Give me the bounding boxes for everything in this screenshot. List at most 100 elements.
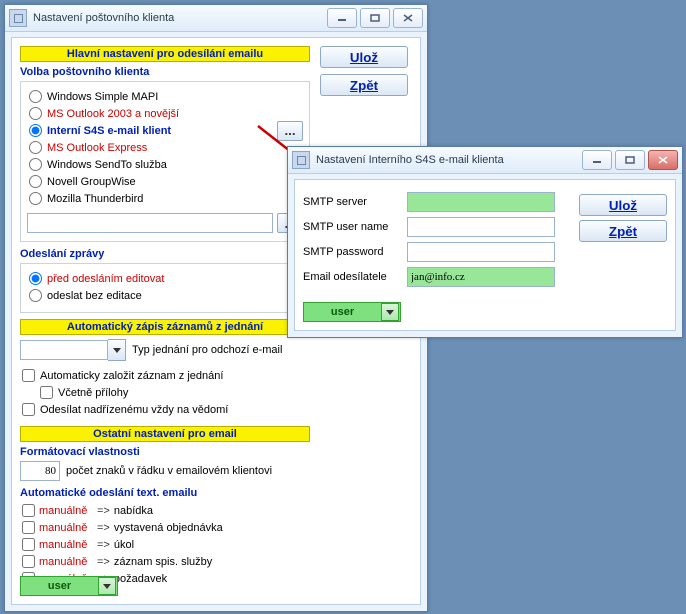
arrow-separator: => [97,505,110,517]
save-button[interactable]: Ulož [320,46,408,68]
smtp-server-input[interactable] [407,192,555,212]
client-radio-label: Novell GroupWise [47,176,136,188]
send-radio[interactable] [29,272,42,285]
send-radio-label: před odesláním editovat [47,273,164,285]
send-groupbox: před odesláním editovat odeslat bez edita… [20,263,310,313]
window-title: Nastavení Interního S4S e-mail klienta [316,154,582,166]
autosend-mode: manuálně [39,539,93,551]
section-label-format: Formátovací vlastnosti [20,446,310,458]
auto-check-row[interactable]: Automaticky založit záznam z jednání [20,367,310,384]
client-radio[interactable] [29,124,42,137]
autosend-checkbox[interactable] [22,538,35,551]
client-path-input[interactable] [27,213,273,233]
window-title: Nastavení poštovního klienta [33,12,327,24]
send-radio-row[interactable]: odeslat bez editace [27,287,303,304]
client-radio[interactable] [29,141,42,154]
autosend-row[interactable]: manuálně => úkol [20,536,310,553]
section-label-client: Volba poštovního klienta [20,66,310,78]
section-label-send: Odeslání zprávy [20,248,310,260]
type-combo[interactable] [20,339,126,361]
smtp-password-input[interactable] [407,242,555,262]
smtp-user-input[interactable] [407,217,555,237]
chars-input[interactable] [20,461,60,481]
app-icon [9,9,27,27]
autosend-checkbox[interactable] [22,504,35,517]
auto-check-label: Odesílat nadřízenému vždy na vědomí [40,404,228,416]
send-radio-label: odeslat bez editace [47,290,142,302]
send-radio[interactable] [29,289,42,302]
field-label: Email odesílatele [303,271,407,283]
user-dropdown[interactable]: user [20,576,118,596]
autosend-row[interactable]: manuálně => nabídka [20,502,310,519]
autosend-target: záznam spis. služby [114,556,212,568]
titlebar[interactable]: Nastavení Interního S4S e-mail klienta [288,147,682,174]
autosend-checkbox[interactable] [22,521,35,534]
close-button[interactable] [648,150,678,170]
client-radio-label: MS Outlook Express [47,142,147,154]
autosend-target: vystavená objednávka [114,522,223,534]
app-icon [292,151,310,169]
autosend-mode: manuálně [39,556,93,568]
field-label: SMTP user name [303,221,407,233]
auto-check-row[interactable]: Odesílat nadřízenému vždy na vědomí [20,401,310,418]
client-config-button[interactable]: ... [277,121,303,141]
client-radio[interactable] [29,192,42,205]
section-header-other: Ostatní nastavení pro email [20,426,310,442]
client-radio[interactable] [29,107,42,120]
client-radio-label: Windows Simple MAPI [47,91,158,103]
client-radio-row[interactable]: MS Outlook 2003 a novější [27,105,303,122]
client-radio[interactable] [29,175,42,188]
client-radio-row[interactable]: Windows SendTo služba [27,156,303,173]
back-button[interactable]: Zpět [579,220,667,242]
arrow-separator: => [97,539,110,551]
autosend-mode: manuálně [39,505,93,517]
section-label-autosend: Automatické odeslání text. emailu [20,487,310,499]
section-header-auto: Automatický zápis záznamů z jednání [20,319,310,335]
maximize-button[interactable] [615,150,645,170]
chevron-down-icon[interactable] [98,577,116,595]
client-radio-row[interactable]: MS Outlook Express [27,139,303,156]
field-label: SMTP server [303,196,407,208]
minimize-button[interactable] [327,8,357,28]
arrow-separator: => [97,556,110,568]
autosend-row[interactable]: manuálně => záznam spis. služby [20,553,310,570]
client-radio[interactable] [29,158,42,171]
close-button[interactable] [393,8,423,28]
smtp-window: Nastavení Interního S4S e-mail klienta S… [287,146,683,338]
minimize-button[interactable] [582,150,612,170]
autosend-row[interactable]: manuálně => vystavená objednávka [20,519,310,536]
client-radio-row[interactable]: Interní S4S e-mail klient... [27,122,303,139]
client-radio-label: MS Outlook 2003 a novější [47,108,179,120]
back-button[interactable]: Zpět [320,74,408,96]
client-radio-row[interactable]: Novell GroupWise [27,173,303,190]
autosend-target: nabídka [114,505,153,517]
client-radio-row[interactable]: Windows Simple MAPI [27,88,303,105]
auto-checkbox[interactable] [22,403,35,416]
auto-checkbox[interactable] [40,386,53,399]
user-dropdown[interactable]: user [303,302,401,322]
auto-checkbox[interactable] [22,369,35,382]
send-radio-row[interactable]: před odesláním editovat [27,270,303,287]
client-groupbox: Windows Simple MAPI MS Outlook 2003 a nov… [20,81,310,242]
arrow-separator: => [97,522,110,534]
section-header-main: Hlavní nastavení pro odesílání emailu [20,46,310,62]
maximize-button[interactable] [360,8,390,28]
autosend-target: úkol [114,539,134,551]
client-radio-label: Interní S4S e-mail klient [47,125,171,137]
auto-check-row[interactable]: Včetně přílohy [20,384,310,401]
email-from-input[interactable] [407,267,555,287]
chevron-down-icon[interactable] [108,339,126,361]
autosend-target: požadavek [114,573,167,585]
chevron-down-icon[interactable] [381,303,399,321]
titlebar[interactable]: Nastavení poštovního klienta [5,5,427,32]
auto-check-label: Včetně přílohy [58,387,128,399]
client-radio-label: Windows SendTo služba [47,159,167,171]
save-button[interactable]: Ulož [579,194,667,216]
autosend-checkbox[interactable] [22,555,35,568]
type-combo-label: Typ jednání pro odchozí e-mail [132,344,282,356]
client-radio[interactable] [29,90,42,103]
client-radio-row[interactable]: Mozilla Thunderbird [27,190,303,207]
autosend-mode: manuálně [39,522,93,534]
type-combo-input[interactable] [20,340,108,360]
field-label: SMTP password [303,246,407,258]
